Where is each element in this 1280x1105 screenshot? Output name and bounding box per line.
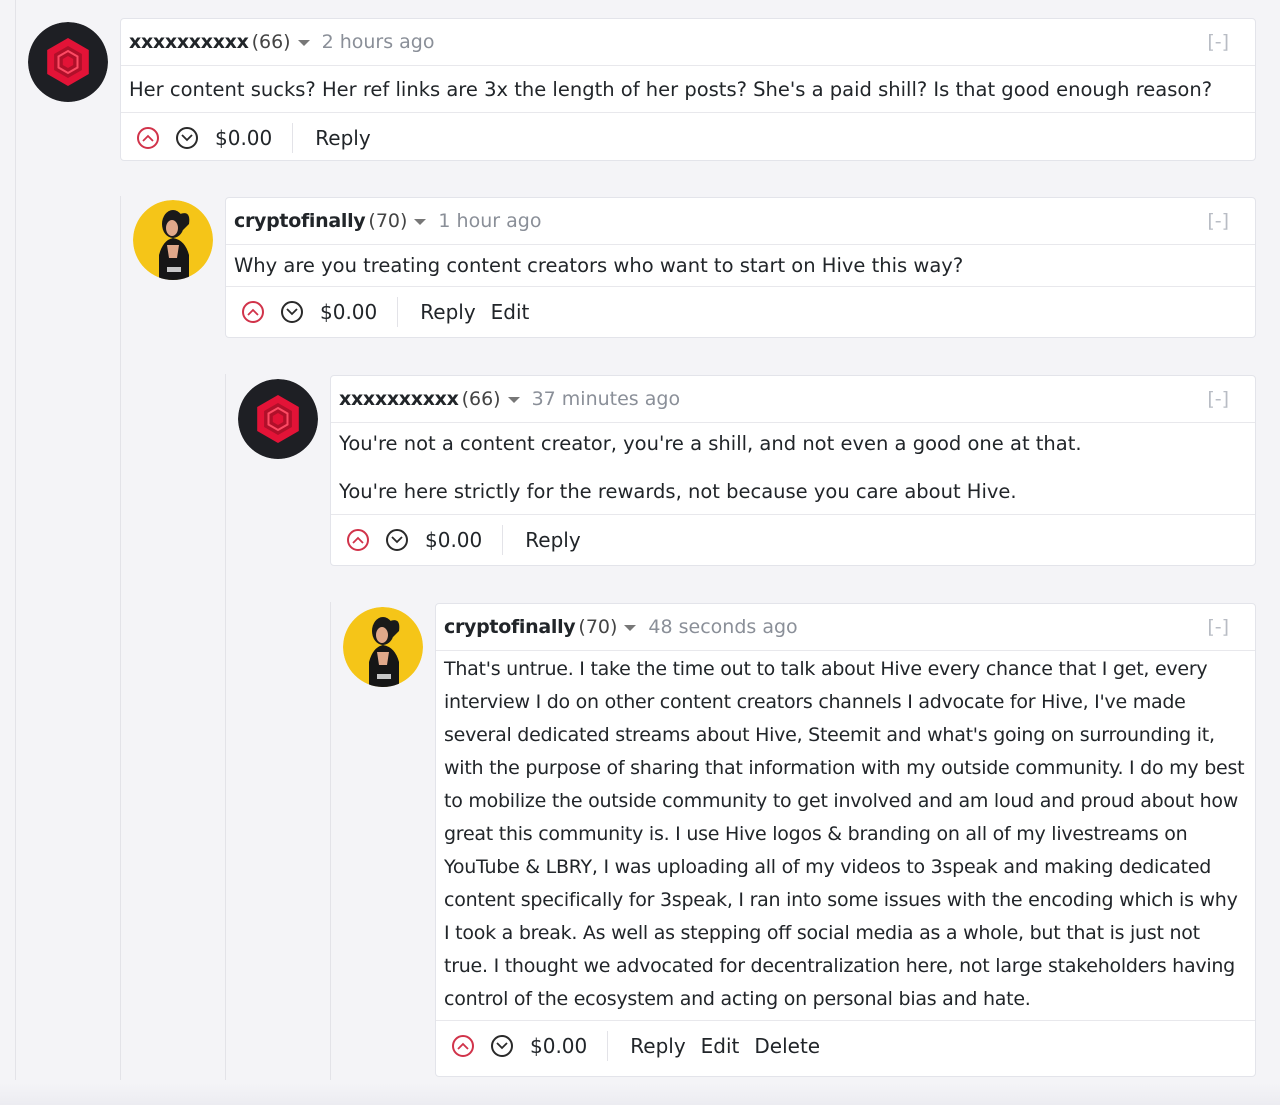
comment-header: cryptofinally (70) 1 hour ago [-] bbox=[226, 198, 1255, 245]
reply-button[interactable]: Reply bbox=[630, 1034, 685, 1058]
hive-hexagon-icon bbox=[28, 22, 108, 102]
reply-button[interactable]: Reply bbox=[315, 126, 370, 150]
comment-header: xxxxxxxxxx (66) 2 hours ago [-] bbox=[121, 19, 1255, 66]
chevron-down-icon[interactable] bbox=[414, 219, 427, 225]
upvote-icon[interactable] bbox=[347, 528, 369, 551]
comment-body: You're not a content creator, you're a s… bbox=[331, 423, 1255, 515]
avatar[interactable] bbox=[133, 200, 213, 280]
user-photo bbox=[343, 607, 423, 687]
comment-actions: $0.00 Reply Edit bbox=[226, 287, 1255, 336]
comment-text: Her content sucks? Her ref links are 3x … bbox=[129, 78, 1213, 101]
author-name[interactable]: cryptofinally bbox=[444, 616, 576, 638]
edit-button[interactable]: Edit bbox=[701, 1034, 740, 1058]
downvote-icon[interactable] bbox=[176, 126, 198, 149]
collapse-button[interactable]: [-] bbox=[1207, 210, 1229, 232]
comment-body: That's untrue. I take the time out to ta… bbox=[436, 651, 1255, 1021]
timestamp[interactable]: 37 minutes ago bbox=[532, 388, 681, 410]
upvote-icon[interactable] bbox=[242, 300, 264, 323]
upvote-icon[interactable] bbox=[452, 1034, 474, 1057]
collapse-button[interactable]: [-] bbox=[1207, 616, 1229, 638]
author-name[interactable]: cryptofinally bbox=[234, 210, 366, 232]
avatar[interactable] bbox=[238, 379, 318, 459]
thread-line bbox=[15, 0, 16, 1080]
comment-card: xxxxxxxxxx (66) 2 hours ago [-] Her cont… bbox=[120, 18, 1256, 161]
reply-button[interactable]: Reply bbox=[420, 300, 475, 324]
payout-value[interactable]: $0.00 bbox=[425, 524, 504, 555]
collapse-button[interactable]: [-] bbox=[1207, 31, 1229, 53]
reputation: (66) bbox=[461, 388, 501, 410]
author-name[interactable]: xxxxxxxxxx bbox=[339, 388, 459, 410]
reputation: (66) bbox=[251, 31, 291, 53]
avatar[interactable] bbox=[28, 22, 108, 102]
timestamp[interactable]: 1 hour ago bbox=[438, 210, 541, 232]
reply-button[interactable]: Reply bbox=[525, 528, 580, 552]
chevron-down-icon[interactable] bbox=[624, 625, 637, 631]
payout-value[interactable]: $0.00 bbox=[530, 1030, 609, 1061]
hive-hexagon-icon bbox=[238, 379, 318, 459]
comment-card: cryptofinally (70) 1 hour ago [-] Why ar… bbox=[225, 197, 1256, 338]
chevron-down-icon[interactable] bbox=[297, 40, 310, 46]
comment-body: Her content sucks? Her ref links are 3x … bbox=[121, 66, 1255, 113]
timestamp[interactable]: 2 hours ago bbox=[322, 31, 435, 53]
author-name[interactable]: xxxxxxxxxx bbox=[129, 31, 249, 53]
downvote-icon[interactable] bbox=[386, 528, 408, 551]
reputation: (70) bbox=[368, 210, 408, 232]
edit-button[interactable]: Edit bbox=[491, 300, 530, 324]
comment: xxxxxxxxxx (66) 37 minutes ago [-] You'r… bbox=[238, 375, 1256, 566]
thread-line bbox=[330, 602, 331, 1080]
avatar[interactable] bbox=[343, 607, 423, 687]
comment: cryptofinally (70) 48 seconds ago [-] Th… bbox=[343, 603, 1256, 1077]
comment-text: Why are you treating content creators wh… bbox=[234, 254, 964, 277]
payout-value[interactable]: $0.00 bbox=[320, 296, 399, 327]
comment-text: That's untrue. I take the time out to ta… bbox=[444, 658, 1245, 1010]
comment-header: cryptofinally (70) 48 seconds ago [-] bbox=[436, 604, 1255, 651]
comment-text: You're not a content creator, you're a s… bbox=[339, 432, 1082, 455]
comment-actions: $0.00 Reply bbox=[331, 515, 1255, 564]
comment-card: cryptofinally (70) 48 seconds ago [-] Th… bbox=[435, 603, 1256, 1077]
collapse-button[interactable]: [-] bbox=[1207, 388, 1229, 410]
comment-header: xxxxxxxxxx (66) 37 minutes ago [-] bbox=[331, 376, 1255, 423]
upvote-icon[interactable] bbox=[137, 126, 159, 149]
timestamp[interactable]: 48 seconds ago bbox=[648, 616, 797, 638]
comment-body: Why are you treating content creators wh… bbox=[226, 245, 1255, 287]
payout-value[interactable]: $0.00 bbox=[215, 122, 294, 153]
comment-actions: $0.00 Reply bbox=[121, 113, 1255, 162]
user-photo bbox=[133, 200, 213, 280]
comment-text: You're here strictly for the rewards, no… bbox=[339, 480, 1017, 503]
downvote-icon[interactable] bbox=[491, 1034, 513, 1057]
delete-button[interactable]: Delete bbox=[754, 1034, 820, 1058]
chevron-down-icon[interactable] bbox=[507, 397, 520, 403]
page-bottom-shade bbox=[0, 1083, 1280, 1105]
comment-card: xxxxxxxxxx (66) 37 minutes ago [-] You'r… bbox=[330, 375, 1256, 566]
thread-line bbox=[120, 196, 121, 1080]
comment-actions: $0.00 Reply Edit Delete bbox=[436, 1021, 1255, 1070]
downvote-icon[interactable] bbox=[281, 300, 303, 323]
comment: cryptofinally (70) 1 hour ago [-] Why ar… bbox=[133, 197, 1256, 338]
reputation: (70) bbox=[578, 616, 618, 638]
thread-line bbox=[225, 374, 226, 1080]
comment: xxxxxxxxxx (66) 2 hours ago [-] Her cont… bbox=[28, 18, 1256, 161]
